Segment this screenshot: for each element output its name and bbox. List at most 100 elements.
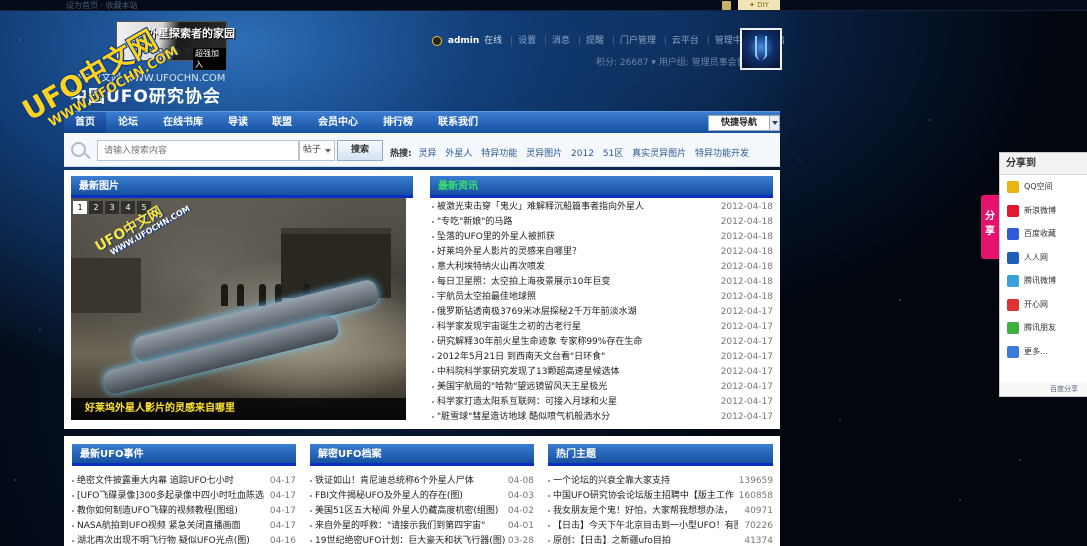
list-item[interactable]: "专吃"新娘"的马路 2012-04-18 [430,215,773,230]
news-title[interactable]: 俄罗斯钻透南极3769米冰层探秘2千万年前淡水湖 [437,305,720,320]
list-item[interactable]: 科学家打造太阳系互联网：可接入月球和火星 2012-04-17 [430,395,773,410]
hot-word[interactable]: 51区 [603,149,623,159]
username[interactable]: admin [448,36,479,46]
share-item-baidu[interactable]: 百度收藏 [1000,222,1087,246]
search-input[interactable] [97,140,299,161]
link-portal-admin[interactable]: 门户管理 [620,36,656,46]
share-item-more[interactable]: 更多... [1000,340,1087,364]
share-tab[interactable]: 分享 [981,195,999,259]
share-item-weibo[interactable]: 新浪微博 [1000,199,1087,223]
list-item[interactable]: 19世纪绝密UFO计划：巨大豪天和状飞行器(图) 03-28 [310,534,534,546]
file-title[interactable]: 铁证如山！肯尼迪总统称6个外星人尸体 [315,474,505,489]
nav-library[interactable]: 在线书库 [150,112,216,134]
topic-title[interactable]: 一个论坛的兴衰全靠大家支持 [553,474,738,489]
news-title[interactable]: 科学家发现宇宙诞生之初的古老行星 [437,320,720,335]
nav-ranking[interactable]: 排行榜 [372,112,424,134]
share-footer[interactable]: 百度分享 [1000,382,1087,396]
share-item-pengyou[interactable]: 腾讯朋友 [1000,316,1087,340]
list-item[interactable]: 意大利埃特纳火山再次喷发 2012-04-18 [430,260,773,275]
list-item[interactable]: 一个论坛的兴衰全靠大家支持 139659 [548,474,773,489]
share-item-kaixin[interactable]: 开心网 [1000,293,1087,317]
list-item[interactable]: NASA航拍到UFO视频 紧急关闭直播画面 04-17 [72,519,296,534]
share-item-tweibo[interactable]: 腾讯微博 [1000,269,1087,293]
event-title[interactable]: 教你如何制造UFO飞碟的视频教程(图组) [77,504,267,519]
hot-word[interactable]: 特异功能开发 [695,149,749,159]
slide-dot[interactable]: 4 [121,201,135,214]
search-type-select[interactable]: 帖子 [299,140,335,161]
topic-title[interactable]: 【日击】今天下午北京目击到一小型UFO！有图 [553,519,738,534]
list-item[interactable]: [UFO飞碟录像]300多起录像中四小时吐血陈选 04-17 [72,489,296,504]
slide-caption[interactable]: 好莱坞外星人影片的灵感来自哪里 [71,398,406,420]
nav-guide[interactable]: 导读 [218,112,258,134]
hot-word[interactable]: 特异功能 [481,149,517,159]
user-credits[interactable]: 积分: 26687 ▾ 用户组: 管理员事会督察 [596,55,755,68]
diy-button[interactable]: ✦ DIY [738,0,780,10]
nav-member[interactable]: 会员中心 [306,112,370,134]
news-title[interactable]: 好莱坞外星人影片的灵感来自哪里？ [437,245,720,260]
list-item[interactable]: 研究解释30年前火星生命迹象 专家称99%存在生命 2012-04-17 [430,335,773,350]
list-item[interactable]: 好莱坞外星人影片的灵感来自哪里？ 2012-04-18 [430,245,773,260]
news-title[interactable]: 每日卫星照：太空拍上海夜景展示10年巨变 [437,275,720,290]
file-title[interactable]: 来自外星的呼救："请接示我们到第四宇宙" [315,519,505,534]
quick-nav-button[interactable]: 快捷导航 [708,115,780,131]
event-title[interactable]: NASA航拍到UFO视频 紧急关闭直播画面 [77,519,267,534]
list-item[interactable]: 【日击】今天下午北京目击到一小型UFO！有图 70226 [548,519,773,534]
news-title[interactable]: "专吃"新娘"的马路 [437,215,720,230]
list-item[interactable]: "脏雪球"彗星造访地球 酷似喷气机般洒水分 2012-04-17 [430,410,773,425]
list-item[interactable]: 坠落的UFO里的外星人被抓获 2012-04-18 [430,230,773,245]
list-item[interactable]: 湖北再次出现不明飞行物 疑似UFO光点(图) 04-16 [72,534,296,546]
news-title[interactable]: 科学家打造太阳系互联网：可接入月球和火星 [437,395,720,410]
news-title[interactable]: 美国宇航局的"哈勃"望远镜留风天王星极光 [437,380,720,395]
topic-title[interactable]: 原创：【日击】之新疆ufo目拍 [553,534,738,546]
list-item[interactable]: 铁证如山！肯尼迪总统称6个外星人尸体 04-08 [310,474,534,489]
slide-dot[interactable]: 2 [89,201,103,214]
hot-word[interactable]: 真实灵异图片 [632,149,686,159]
list-item[interactable]: 绝密文件披露重大内幕 追踪UFO七小时 04-17 [72,474,296,489]
list-item[interactable]: 中科院科学家研究发现了13颗超高速星候选体 2012-04-17 [430,365,773,380]
list-item[interactable]: 教你如何制造UFO飞碟的视频教程(图组) 04-17 [72,504,296,519]
event-title[interactable]: 绝密文件披露重大内幕 追踪UFO七小时 [77,474,267,489]
list-item[interactable]: 我女朋友是个鬼！好怕，大家帮我想想办法， 40971 [548,504,773,519]
link-messages[interactable]: 消息 [552,36,570,46]
list-item[interactable]: 科学家发现宇宙诞生之初的古老行星 2012-04-17 [430,320,773,335]
news-title[interactable]: 意大利埃特纳火山再次喷发 [437,260,720,275]
share-item-renren[interactable]: 人人网 [1000,246,1087,270]
file-title[interactable]: 美国51区五大秘闻 外星人仍藏高度机密(组图) [315,504,505,519]
list-item[interactable]: 每日卫星照：太空拍上海夜景展示10年巨变 2012-04-18 [430,275,773,290]
list-item[interactable]: 中国UFO研究协会论坛版主招聘中【版主工作 160858 [548,489,773,504]
news-title[interactable]: 2012年5月21日 到西南天文台看"日环食" [437,350,720,365]
list-item[interactable]: 美国51区五大秘闻 外星人仍藏高度机密(组图) 04-02 [310,504,534,519]
hot-word[interactable]: 2012 [571,149,594,159]
hot-word[interactable]: 灵异图片 [526,149,562,159]
file-title[interactable]: FBI文件揭秘UFO及外星人的存在(图) [315,489,505,504]
hot-word[interactable]: 灵异 [418,149,436,159]
hot-word[interactable]: 外星人 [445,149,472,159]
avatar[interactable] [740,28,782,70]
event-title[interactable]: 湖北再次出现不明飞行物 疑似UFO光点(图) [77,534,267,546]
slide-dot[interactable]: 3 [105,201,119,214]
topic-title[interactable]: 我女朋友是个鬼！好怕，大家帮我想想办法， [553,504,738,519]
topic-title[interactable]: 中国UFO研究协会论坛版主招聘中【版主工作 [553,489,738,504]
news-title[interactable]: 被激光束击穿「鬼火」难解释沉船篇事者指向外星人 [437,200,720,215]
list-item[interactable]: FBI文件揭秘UFO及外星人的存在(图) 04-03 [310,489,534,504]
list-item[interactable]: 俄罗斯钻透南极3769米冰层探秘2千万年前淡水湖 2012-04-17 [430,305,773,320]
nav-contact[interactable]: 联系我们 [426,112,490,134]
link-cloud[interactable]: 云平台 [672,36,699,46]
list-item[interactable]: 原创：【日击】之新疆ufo目拍 41374 [548,534,773,546]
slide-dot[interactable]: 1 [73,201,87,214]
news-title[interactable]: 宇航员太空拍最佳地球照 [437,290,720,305]
share-item-qzone[interactable]: QQ空间 [1000,175,1087,199]
list-item[interactable]: 2012年5月21日 到西南天文台看"日环食" 2012-04-17 [430,350,773,365]
news-title[interactable]: 中科院科学家研究发现了13颗超高速星候选体 [437,365,720,380]
app-icon[interactable] [722,1,731,10]
news-title[interactable]: "脏雪球"彗星造访地球 酷似喷气机般洒水分 [437,410,720,425]
news-title[interactable]: 坠落的UFO里的外星人被抓获 [437,230,720,245]
list-item[interactable]: 宇航员太空拍最佳地球照 2012-04-18 [430,290,773,305]
list-item[interactable]: 被激光束击穿「鬼火」难解释沉船篇事者指向外星人 2012-04-18 [430,200,773,215]
list-item[interactable]: 美国宇航局的"哈勃"望远镜留风天王星极光 2012-04-17 [430,380,773,395]
search-button[interactable]: 搜索 [337,140,383,161]
event-title[interactable]: [UFO飞碟录像]300多起录像中四小时吐血陈选 [77,489,267,504]
file-title[interactable]: 19世纪绝密UFO计划：巨大豪天和状飞行器(图) [315,534,505,546]
nav-union[interactable]: 联盟 [260,112,304,134]
list-item[interactable]: 来自外星的呼救："请接示我们到第四宇宙" 04-01 [310,519,534,534]
